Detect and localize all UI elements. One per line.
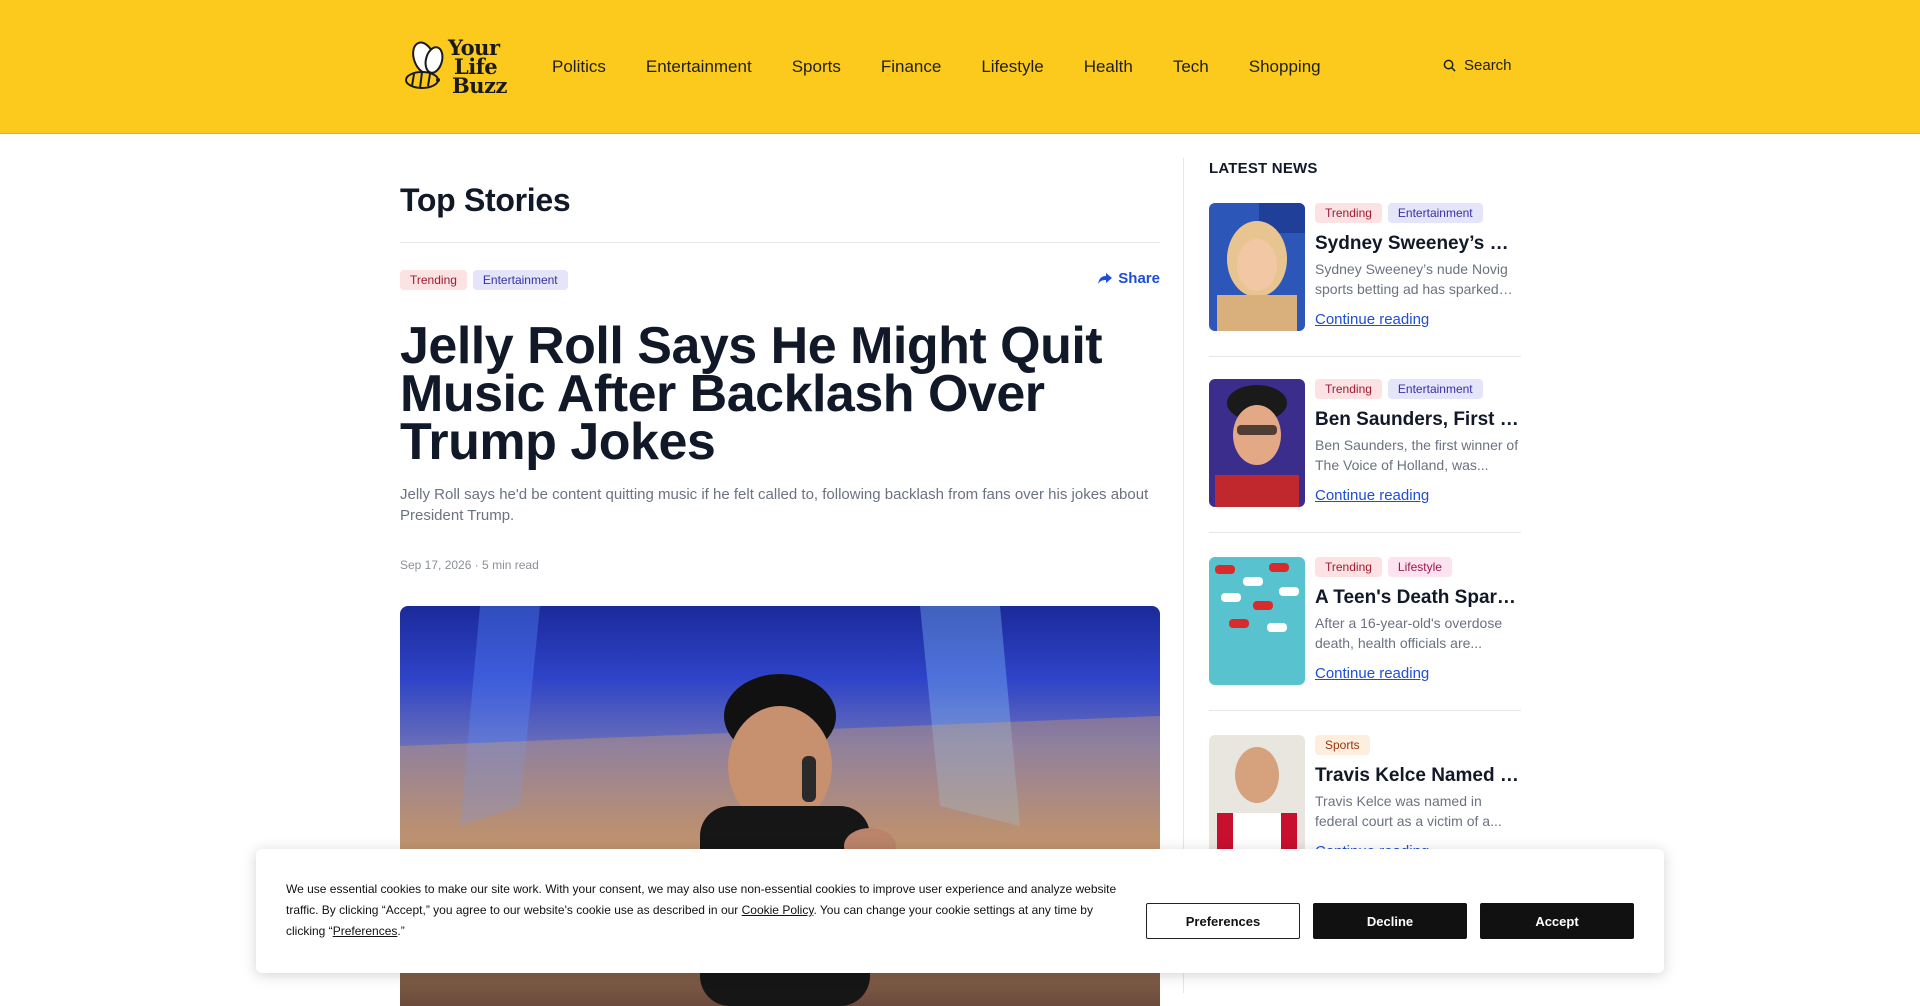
news-card-thumbnail[interactable] [1209, 203, 1305, 331]
news-card-title[interactable]: Ben Saunders, First Winner of The Voice [1315, 409, 1521, 431]
nav-item-tech[interactable]: Tech [1173, 56, 1209, 78]
continue-reading-link[interactable]: Continue reading [1315, 311, 1429, 328]
search-button[interactable]: Search [1443, 57, 1512, 74]
news-card-badges: Trending Entertainment [1315, 203, 1483, 223]
news-card-badges: Trending Lifestyle [1315, 557, 1452, 577]
article-badges: Trending Entertainment [400, 270, 568, 290]
news-card[interactable]: Trending Entertainment Ben Saunders, Fir… [1209, 379, 1521, 533]
share-button[interactable]: Share [1098, 270, 1160, 287]
news-card-excerpt: Sydney Sweeney’s nude Novig sports betti… [1315, 261, 1508, 297]
preferences-link[interactable]: Preferences [333, 924, 398, 938]
news-card-title[interactable]: Sydney Sweeney’s Nude Novig Ad Sparks De… [1315, 233, 1521, 255]
site-logo[interactable]: Your Life Buzz [398, 30, 512, 102]
badge-trending[interactable]: Trending [1315, 379, 1382, 399]
news-card-excerpt: Ben Saunders, the first winner of The Vo… [1315, 437, 1519, 473]
news-card-title[interactable]: Travis Kelce Named Victim [1315, 765, 1521, 787]
badge-lifestyle[interactable]: Lifestyle [1387, 557, 1452, 577]
news-card[interactable]: Trending Entertainment Sydney Sweeney’s … [1209, 203, 1521, 357]
nav-item-politics[interactable]: Politics [552, 56, 606, 78]
search-label: Search [1464, 57, 1512, 74]
divider [400, 242, 1160, 243]
nav-item-health[interactable]: Health [1084, 56, 1133, 78]
badge-trending[interactable]: Trending [400, 270, 467, 290]
nav-item-shopping[interactable]: Shopping [1249, 56, 1321, 78]
nav-item-finance[interactable]: Finance [881, 56, 941, 78]
news-card-excerpt: Travis Kelce was named in federal court … [1315, 793, 1502, 829]
sidebar-title: LATEST NEWS [1209, 160, 1318, 177]
badge-entertainment[interactable]: Entertainment [1387, 203, 1483, 223]
news-card-excerpt: After a 16-year-old's overdose death, he… [1315, 615, 1503, 651]
badge-sports[interactable]: Sports [1315, 735, 1370, 755]
share-label: Share [1118, 270, 1160, 287]
decline-button[interactable]: Decline [1313, 903, 1467, 939]
continue-reading-link[interactable]: Continue reading [1315, 487, 1429, 504]
continue-reading-link[interactable]: Continue reading [1315, 665, 1429, 682]
cookie-message: We use essential cookies to make our sit… [286, 882, 1117, 938]
accept-button[interactable]: Accept [1480, 903, 1634, 939]
nav-item-sports[interactable]: Sports [792, 56, 841, 78]
section-title: Top Stories [400, 182, 571, 218]
news-card-thumbnail[interactable] [1209, 557, 1305, 685]
nav-item-lifestyle[interactable]: Lifestyle [981, 56, 1043, 78]
news-card-thumbnail[interactable] [1209, 735, 1305, 863]
news-card[interactable]: Trending Lifestyle A Teen's Death Sparks… [1209, 557, 1521, 711]
share-icon [1098, 272, 1113, 284]
search-icon [1443, 59, 1456, 72]
news-card-title[interactable]: A Teen's Death Sparks Warning [1315, 587, 1521, 609]
bee-icon [398, 36, 452, 96]
preferences-button[interactable]: Preferences [1146, 903, 1300, 939]
site-header: Your Life Buzz Politics Entertainment Sp… [0, 0, 1920, 134]
article-dek: Jelly Roll says he'd be content quitting… [400, 486, 1149, 524]
badge-trending[interactable]: Trending [1315, 557, 1382, 577]
article-meta: Sep 17, 2026 · 5 min read [400, 558, 539, 572]
cookie-banner: We use essential cookies to make our sit… [256, 849, 1664, 973]
news-card-badges: Sports [1315, 735, 1370, 755]
cookie-policy-link[interactable]: Cookie Policy [742, 903, 814, 917]
article-headline[interactable]: Jelly Roll Says He Might Quit Music Afte… [400, 320, 1140, 468]
nav-item-entertainment[interactable]: Entertainment [646, 56, 752, 78]
news-card-thumbnail[interactable] [1209, 379, 1305, 507]
badge-trending[interactable]: Trending [1315, 203, 1382, 223]
main-nav: Politics Entertainment Sports Finance Li… [552, 56, 1361, 78]
badge-entertainment[interactable]: Entertainment [1387, 379, 1483, 399]
badge-entertainment[interactable]: Entertainment [472, 270, 568, 290]
news-card-badges: Trending Entertainment [1315, 379, 1483, 399]
logo-wordmark: Your Life Buzz [448, 34, 507, 98]
